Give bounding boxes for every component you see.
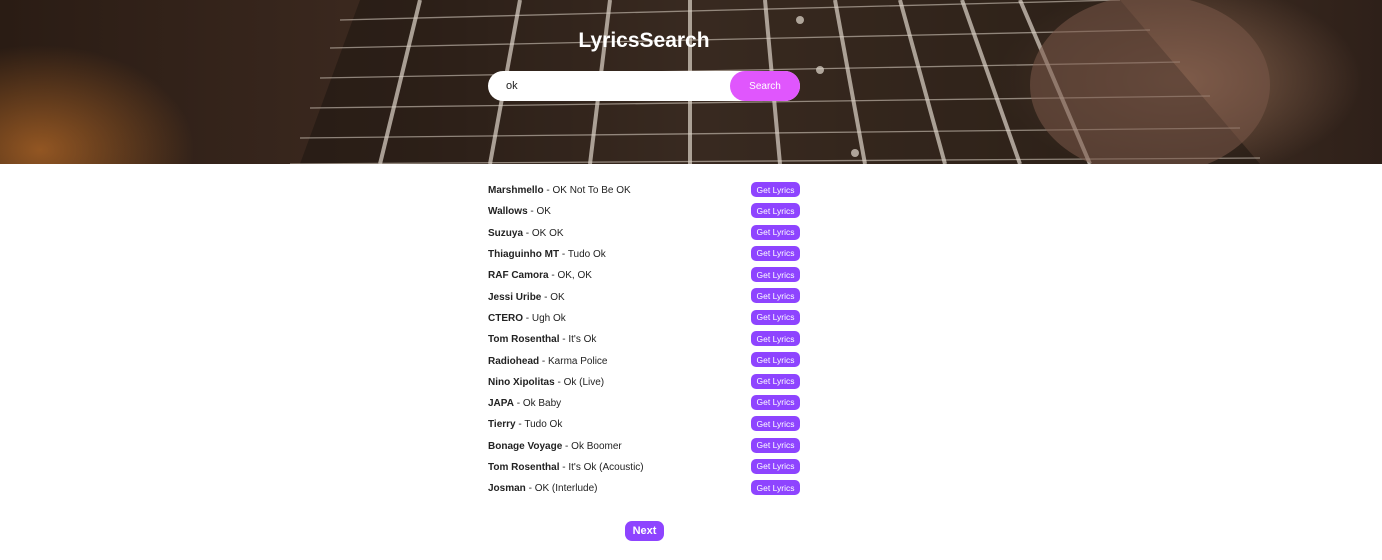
result-item: Tom Rosenthal - It's Ok (Acoustic) Get L…	[488, 457, 800, 478]
result-item: Thiaguinho MT - Tudo Ok Get Lyrics	[488, 244, 800, 265]
get-lyrics-button[interactable]: Get Lyrics	[751, 352, 800, 368]
get-lyrics-button[interactable]: Get Lyrics	[751, 437, 800, 453]
artist-name: Josman	[488, 483, 526, 495]
song-title: OK (Interlude)	[534, 483, 598, 495]
artist-name: Wallows	[488, 206, 528, 218]
app-title: LyricsSearch	[578, 29, 710, 52]
get-lyrics-button[interactable]: Get Lyrics	[751, 182, 800, 197]
result-item: Nino Xipolitas - Ok (Live) Get Lyrics	[488, 372, 800, 393]
get-lyrics-button[interactable]: Get Lyrics	[751, 331, 800, 347]
song-title: OK Not To Be OK	[552, 185, 631, 197]
get-lyrics-button[interactable]: Get Lyrics	[751, 394, 800, 410]
get-lyrics-button[interactable]: Get Lyrics	[751, 309, 800, 325]
separator: -	[527, 206, 537, 218]
artist-name: CTERO	[488, 312, 523, 324]
result-text: Suzuya - OK OK	[488, 228, 564, 239]
result-text: JAPA - Ok Baby	[488, 398, 561, 409]
song-title: Ok Boomer	[571, 440, 622, 452]
song-title: Ok Baby	[522, 398, 562, 410]
result-text: Jessi Uribe - OK	[488, 292, 565, 303]
result-text: CTERO - Ugh Ok	[488, 313, 566, 324]
result-text: Nino Xipolitas - Ok (Live)	[488, 377, 604, 388]
song-title: Tudo Ok	[524, 419, 563, 431]
separator: -	[523, 227, 532, 239]
result-text: Tierry - Tudo Ok	[488, 419, 562, 430]
get-lyrics-button[interactable]: Get Lyrics	[751, 267, 800, 283]
separator: -	[559, 249, 568, 261]
results-list: Marshmello - OK Not To Be OK Get Lyrics …	[488, 180, 800, 499]
song-title: It's Ok (Acoustic)	[568, 462, 644, 473]
artist-name: Nino Xipolitas	[488, 376, 555, 388]
result-item: Josman - OK (Interlude) Get Lyrics	[488, 478, 800, 499]
result-item: Tom Rosenthal - It's Ok Get Lyrics	[488, 329, 800, 350]
result-text: Josman - OK (Interlude)	[488, 483, 598, 494]
get-lyrics-button[interactable]: Get Lyrics	[751, 288, 800, 304]
result-text: Marshmello - OK Not To Be OK	[488, 185, 631, 196]
result-text: Tom Rosenthal - It's Ok	[488, 334, 596, 345]
song-title: OK	[536, 206, 551, 218]
artist-name: RAF Camora	[488, 270, 549, 282]
song-title: Ok (Live)	[563, 376, 605, 388]
result-item: RAF Camora - OK, OK Get Lyrics	[488, 265, 800, 286]
separator: -	[554, 376, 564, 388]
hero-banner: LyricsSearch Search	[0, 0, 1382, 164]
get-lyrics-button[interactable]: Get Lyrics	[751, 373, 800, 389]
artist-name: Thiaguinho MT	[488, 249, 560, 261]
separator: -	[513, 398, 523, 410]
result-item: Wallows - OK Get Lyrics	[488, 201, 800, 222]
artist-name: Marshmello	[488, 185, 544, 197]
song-title: Ugh Ok	[531, 312, 566, 324]
get-lyrics-button[interactable]: Get Lyrics	[751, 480, 800, 496]
separator: -	[523, 312, 532, 324]
next-page-button[interactable]: Next	[625, 521, 664, 541]
result-text: Wallows - OK	[488, 206, 551, 217]
artist-name: Radiohead	[488, 355, 540, 367]
song-title: Karma Police	[548, 355, 608, 367]
get-lyrics-button[interactable]: Get Lyrics	[751, 203, 800, 219]
get-lyrics-button[interactable]: Get Lyrics	[751, 458, 800, 474]
result-text: Radiohead - Karma Police	[488, 356, 607, 367]
artist-name: Suzuya	[488, 227, 524, 239]
search-input[interactable]	[488, 71, 732, 101]
separator: -	[539, 355, 549, 367]
artist-name: Tom Rosenthal	[488, 462, 560, 473]
result-item: Tierry - Tudo Ok Get Lyrics	[488, 414, 800, 435]
artist-name: Jessi Uribe	[488, 291, 542, 303]
song-title: OK	[550, 291, 565, 303]
result-text: Tom Rosenthal - It's Ok (Acoustic)	[488, 462, 644, 473]
result-item: Marshmello - OK Not To Be OK Get Lyrics	[488, 180, 800, 201]
artist-name: JAPA	[488, 398, 514, 410]
get-lyrics-button[interactable]: Get Lyrics	[751, 416, 800, 432]
separator: -	[541, 291, 551, 303]
result-item: CTERO - Ugh Ok Get Lyrics	[488, 308, 800, 329]
song-title: OK, OK	[557, 270, 592, 282]
song-title: Tudo Ok	[567, 249, 606, 261]
get-lyrics-button[interactable]: Get Lyrics	[751, 245, 800, 261]
result-item: Jessi Uribe - OK Get Lyrics	[488, 286, 800, 307]
result-item: JAPA - Ok Baby Get Lyrics	[488, 393, 800, 414]
result-item: Suzuya - OK OK Get Lyrics	[488, 223, 800, 244]
result-text: Bonage Voyage - Ok Boomer	[488, 441, 622, 452]
result-item: Radiohead - Karma Police Get Lyrics	[488, 350, 800, 371]
separator: -	[562, 440, 572, 452]
result-text: Thiaguinho MT - Tudo Ok	[488, 249, 606, 260]
search-button[interactable]: Search	[730, 71, 800, 101]
artist-name: Tierry	[488, 419, 516, 431]
song-title: OK OK	[531, 227, 564, 239]
result-text: RAF Camora - OK, OK	[488, 270, 592, 281]
artist-name: Tom Rosenthal	[488, 334, 560, 346]
search-form: Search	[488, 71, 800, 101]
separator: -	[525, 483, 535, 495]
get-lyrics-button[interactable]: Get Lyrics	[751, 224, 800, 240]
song-title: It's Ok	[568, 334, 597, 346]
artist-name: Bonage Voyage	[488, 440, 563, 452]
result-item: Bonage Voyage - Ok Boomer Get Lyrics	[488, 436, 800, 457]
